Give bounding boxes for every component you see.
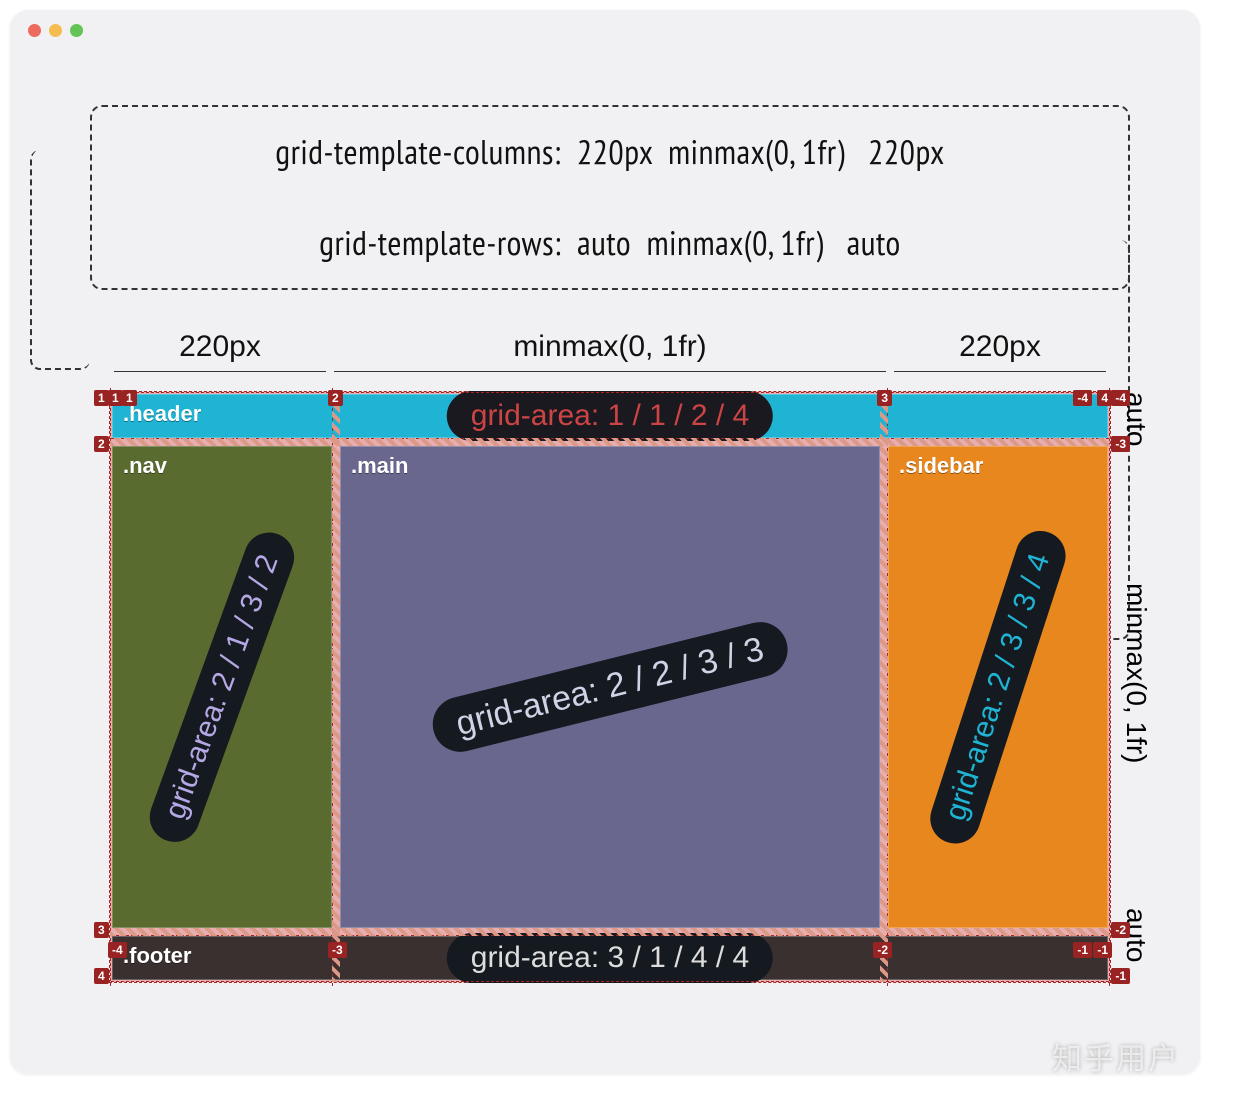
area-label: .footer (123, 943, 191, 968)
minimize-icon[interactable] (49, 24, 62, 37)
window-titlebar (10, 10, 1200, 50)
col-line-b3: -2 (873, 942, 892, 958)
grid-area-pill-nav: grid-area: 2 / 1 / 3 / 2 (143, 525, 302, 849)
row-line-r2: -3 (1111, 436, 1130, 452)
col-line-b1: -4 (108, 942, 127, 958)
grid-template-rows-text: grid-template-rows: auto minmax(0, 1fr) … (319, 221, 901, 265)
row-line-3: 3 (94, 922, 109, 938)
grid-area-pill-sidebar: grid-area: 2 / 3 / 3 / 4 (924, 524, 1072, 850)
col-line-3: 3 (877, 390, 892, 406)
col-label-2: minmax(0, 1fr) (330, 330, 890, 364)
col-line-b2: -3 (328, 942, 347, 958)
grid-area-header: .header grid-area: 1 / 1 / 2 / 4 (112, 394, 1108, 438)
row-line-r1: -4 (1111, 390, 1130, 406)
area-label: .nav (123, 453, 167, 478)
col-line-b4: -1 (1073, 942, 1092, 958)
grid-area-pill-footer: grid-area: 3 / 1 / 4 / 4 (447, 933, 773, 983)
col-line-2: 2 (328, 390, 343, 406)
col-line-1b: 1 (122, 390, 137, 406)
col-line-1: 1 (108, 390, 123, 406)
grid-template-columns-text: grid-template-columns: 220px minmax(0, 1… (275, 130, 944, 174)
row-label-2: minmax(0, 1fr) (1112, 438, 1152, 908)
col-line-neg4: -4 (1073, 390, 1092, 406)
row-line-1: 1 (94, 390, 109, 406)
area-label: .sidebar (899, 453, 983, 478)
col-label-3: 220px (890, 330, 1110, 364)
area-label: .main (351, 453, 408, 478)
col-line-4: 4 (1097, 390, 1112, 406)
grid-area-sidebar: .sidebar grid-area: 2 / 3 / 3 / 4 (888, 446, 1108, 928)
col-label-1: 220px (110, 330, 330, 364)
grid-area-pill-header: grid-area: 1 / 1 / 2 / 4 (447, 391, 773, 441)
row-line-2: 2 (94, 436, 109, 452)
zoom-icon[interactable] (70, 24, 83, 37)
grid-area-nav: .nav grid-area: 2 / 1 / 3 / 2 (112, 446, 332, 928)
row-line-r4: -1 (1111, 968, 1130, 984)
row-label-column: auto minmax(0, 1fr) auto (1112, 392, 1152, 954)
col-line-b5: -1 (1093, 942, 1112, 958)
grid-template-declaration: grid-template-columns: 220px minmax(0, 1… (90, 105, 1130, 290)
app-window: grid-template-columns: 220px minmax(0, 1… (10, 10, 1200, 1074)
grid-area-footer: .footer grid-area: 3 / 1 / 4 / 4 (112, 936, 1108, 980)
grid-demo: .header grid-area: 1 / 1 / 2 / 4 .nav gr… (110, 392, 1110, 982)
row-line-4: 4 (94, 968, 109, 984)
grid-area-main: .main grid-area: 2 / 2 / 3 / 3 (340, 446, 880, 928)
connector-columns (30, 150, 90, 370)
row-line-r3: -2 (1111, 922, 1130, 938)
grid-area-pill-main: grid-area: 2 / 2 / 3 / 3 (427, 616, 793, 757)
column-label-row: 220px minmax(0, 1fr) 220px (110, 330, 1110, 364)
watermark-text: 知乎用户 (1052, 1034, 1180, 1078)
close-icon[interactable] (28, 24, 41, 37)
